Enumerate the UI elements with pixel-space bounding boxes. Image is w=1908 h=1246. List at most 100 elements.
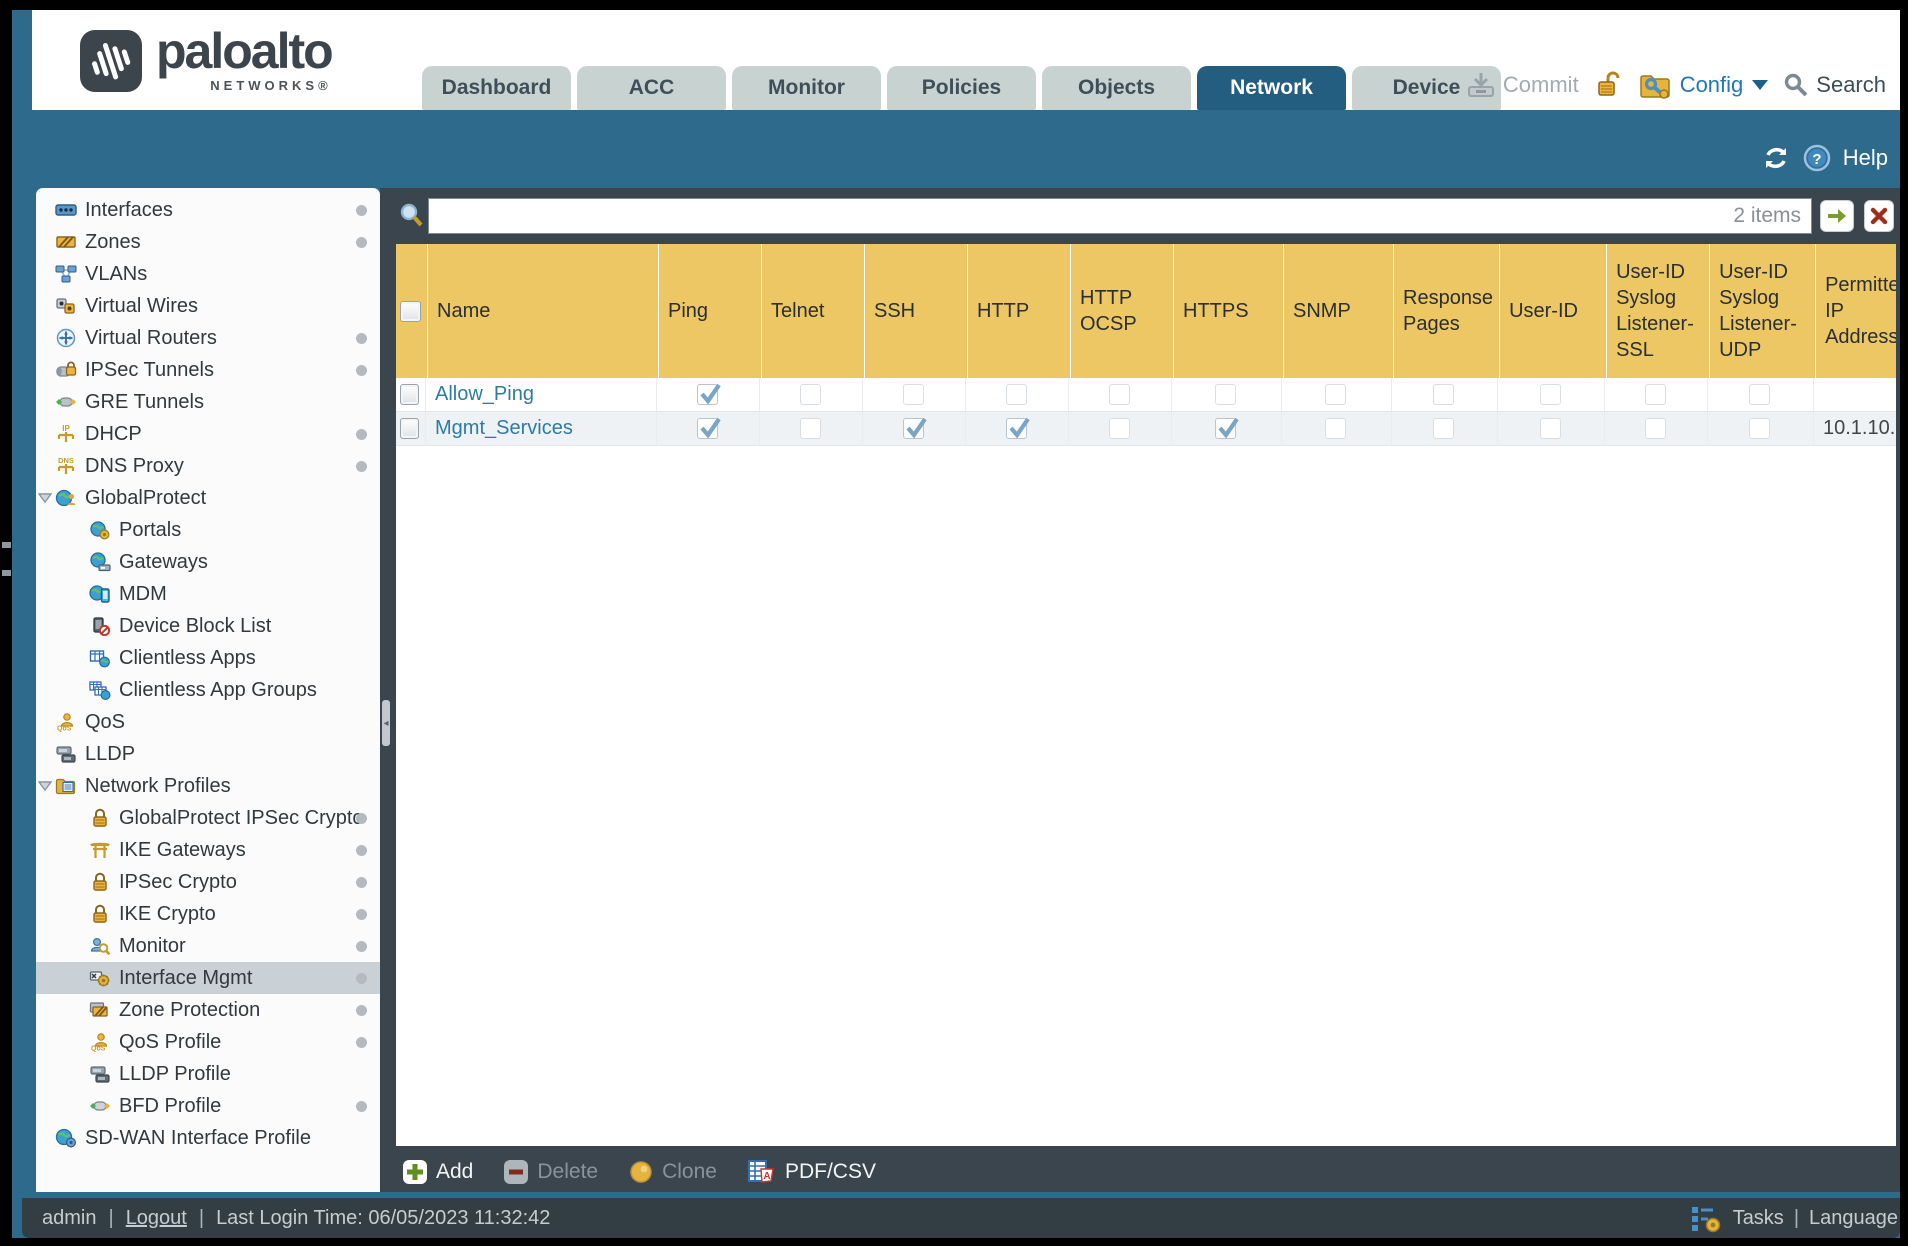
column-header-sel[interactable] (396, 244, 428, 378)
clone-icon (628, 1159, 654, 1185)
filter-input[interactable] (429, 199, 1811, 233)
profile-name-link[interactable]: Allow_Ping (435, 383, 534, 406)
sidebar-item-lldp[interactable]: LLDP (36, 738, 380, 770)
search-button[interactable]: Search (1783, 72, 1886, 98)
commit-button[interactable]: Commit (1466, 71, 1579, 99)
sidebar-item-interfaces[interactable]: Interfaces (36, 194, 380, 226)
row-select-checkbox[interactable] (400, 418, 419, 439)
column-header-user_id[interactable]: User-ID (1500, 244, 1608, 378)
sidebar-item-dhcp[interactable]: IP DHCP (36, 418, 380, 450)
profile-name-link[interactable]: Mgmt_Services (435, 417, 573, 440)
delete-button[interactable]: Delete (503, 1159, 598, 1185)
sidebar-collapse-handle[interactable]: ◂ (382, 700, 390, 746)
language-link[interactable]: Language (1809, 1207, 1898, 1230)
sidebar-item-zone-protection[interactable]: Zone Protection (36, 994, 380, 1026)
pdfcsv-button[interactable]: A PDF/CSV (747, 1159, 876, 1185)
cell-response_pages (1392, 412, 1498, 445)
column-header-https[interactable]: HTTPS (1174, 244, 1284, 378)
column-header-ping[interactable]: Ping (659, 244, 762, 378)
sidebar-item-bfd-profile[interactable]: BFD Profile (36, 1090, 380, 1122)
cell-http (966, 378, 1069, 411)
tasks-link[interactable]: Tasks (1733, 1207, 1784, 1230)
column-header-name[interactable]: Name (428, 244, 659, 378)
sidebar-item-ike-crypto[interactable]: IKE Crypto (36, 898, 380, 930)
help-label[interactable]: Help (1843, 145, 1888, 171)
help-icon[interactable]: ? (1803, 144, 1831, 172)
column-header-uid_syslog_udp[interactable]: User-ID Syslog Listener-UDP (1710, 244, 1817, 378)
tree-expander-icon[interactable] (37, 487, 54, 510)
sidebar-item-device-block-list[interactable]: Device Block List (36, 610, 380, 642)
sidebar-item-zones[interactable]: Zones (36, 226, 380, 258)
sidebar-item-globalprotect-ipsec-crypto[interactable]: GlobalProtect IPSec Crypto (36, 802, 380, 834)
monitor-icon (88, 936, 112, 956)
add-button[interactable]: Add (402, 1159, 473, 1185)
column-header-http_ocsp[interactable]: HTTP OCSP (1071, 244, 1174, 378)
logout-link[interactable]: Logout (126, 1207, 187, 1230)
column-header-permitted_ip[interactable]: Permitted IP Address... (1816, 244, 1896, 378)
cell-https (1172, 378, 1282, 411)
sidebar-item-label: Interface Mgmt (119, 966, 253, 989)
config-menu-button[interactable]: Config (1639, 70, 1769, 100)
svg-text:?: ? (1812, 151, 1821, 168)
logged-in-user: admin (42, 1206, 97, 1229)
sidebar-item-qos-profile[interactable]: QoS QoS Profile (36, 1026, 380, 1058)
sidebar-item-portals[interactable]: Portals (36, 514, 380, 546)
column-header-http[interactable]: HTTP (968, 244, 1071, 378)
ipsec-crypto-icon (88, 872, 112, 892)
item-dot (356, 813, 367, 824)
sidebar-item-vlans[interactable]: VLANs (36, 258, 380, 290)
column-header-telnet[interactable]: Telnet (762, 244, 865, 378)
sidebar-item-label: Zones (85, 230, 141, 253)
column-header-ssh[interactable]: SSH (865, 244, 968, 378)
column-header-snmp[interactable]: SNMP (1284, 244, 1394, 378)
sidebar-item-gateways[interactable]: Gateways (36, 546, 380, 578)
sidebar-item-label: QoS (85, 710, 126, 733)
sidebar-item-dns-proxy[interactable]: DNS DNS Proxy (36, 450, 380, 482)
refresh-icon[interactable] (1761, 145, 1791, 171)
sidebar-item-ipsec-crypto[interactable]: IPSec Crypto (36, 866, 380, 898)
apply-filter-button[interactable] (1820, 200, 1854, 232)
clear-filter-button[interactable] (1864, 200, 1894, 232)
tab-objects[interactable]: Objects (1042, 66, 1191, 110)
sidebar-item-ike-gateways[interactable]: IKE Gateways (36, 834, 380, 866)
sidebar-item-interface-mgmt[interactable]: Interface Mgmt (36, 962, 380, 994)
sidebar-item-qos[interactable]: QoS QoS (36, 706, 380, 738)
cell-snmp (1282, 378, 1392, 411)
select-all-checkbox[interactable] (400, 300, 421, 322)
sidebar-item-mdm[interactable]: MDM (36, 578, 380, 610)
row-select-checkbox[interactable] (400, 384, 419, 405)
column-header-uid_syslog_ssl[interactable]: User-ID Syslog Listener-SSL (1607, 244, 1711, 378)
sidebar-splitter[interactable]: ◂ (380, 188, 392, 1192)
qos-icon: QoS (54, 712, 78, 732)
sidebar-item-network-profiles[interactable]: Network Profiles (36, 770, 380, 802)
sidebar-item-lldp-profile[interactable]: LLDP Profile (36, 1058, 380, 1090)
sidebar-item-clientless-apps[interactable]: Clientless Apps (36, 642, 380, 674)
lock-unlocked-icon[interactable] (1594, 70, 1624, 100)
tab-dashboard[interactable]: Dashboard (422, 66, 571, 110)
column-header-response_pages[interactable]: Response Pages (1394, 244, 1501, 378)
tree-expander-icon[interactable] (37, 775, 54, 798)
content-panel: 2 items Name Ping Telnet SSH HTTP HTTP OCSP HT… (392, 188, 1900, 1192)
sidebar-item-ipsec-tunnels[interactable]: IPSec Tunnels (36, 354, 380, 386)
unchecked-checkbox-uid_syslog_udp (1749, 418, 1770, 439)
unchecked-checkbox-uid_syslog_udp (1749, 384, 1770, 405)
tab-monitor[interactable]: Monitor (732, 66, 881, 110)
tab-network[interactable]: Network (1197, 66, 1346, 110)
column-header-label: Telnet (771, 300, 825, 322)
sidebar-item-monitor[interactable]: Monitor (36, 930, 380, 962)
cell-permitted_ip (1814, 378, 1896, 411)
paloalto-logo-icon (80, 30, 142, 92)
item-dot (356, 909, 367, 920)
svg-text:QoS: QoS (57, 726, 72, 733)
sidebar-item-globalprotect[interactable]: GlobalProtect (36, 482, 380, 514)
sidebar-item-gre-tunnels[interactable]: GRE Tunnels (36, 386, 380, 418)
sidebar-item-sd-wan-interface-profile[interactable]: SD-WAN Interface Profile (36, 1122, 380, 1154)
filter-search-icon[interactable] (398, 202, 426, 230)
sidebar-item-virtual-wires[interactable]: Virtual Wires (36, 290, 380, 322)
sidebar-item-virtual-routers[interactable]: Virtual Routers (36, 322, 380, 354)
tab-policies[interactable]: Policies (887, 66, 1036, 110)
clone-button[interactable]: Clone (628, 1159, 717, 1185)
tab-acc[interactable]: ACC (577, 66, 726, 110)
sidebar-item-clientless-app-groups[interactable]: Clientless App Groups (36, 674, 380, 706)
dhcp-icon: IP (54, 424, 78, 444)
